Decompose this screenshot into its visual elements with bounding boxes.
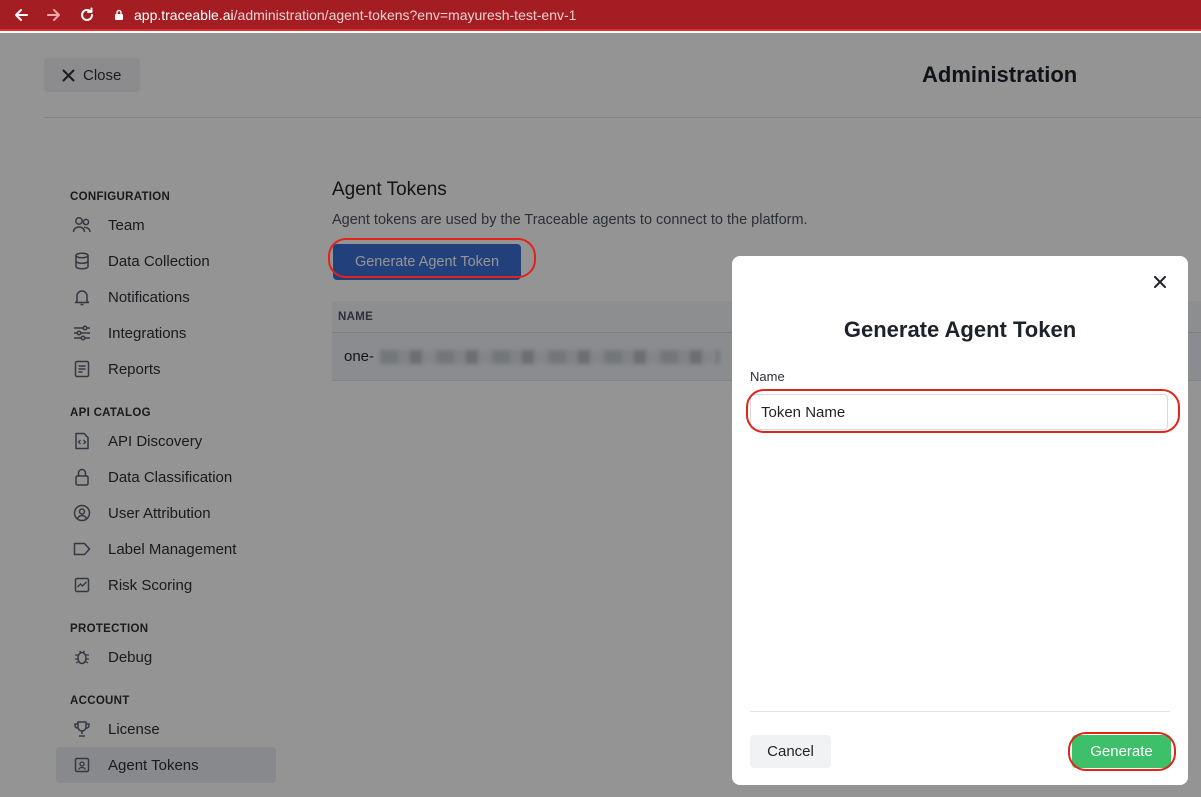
- reload-icon[interactable]: [75, 3, 99, 27]
- browser-toolbar: app.traceable.ai/administration/agent-to…: [0, 0, 1201, 31]
- lock-icon: [115, 9, 123, 20]
- cancel-button[interactable]: Cancel: [750, 735, 831, 768]
- back-arrow-icon[interactable]: [9, 3, 33, 27]
- url-path: /administration/agent-tokens?env=mayures…: [233, 6, 577, 23]
- name-field-label: Name: [750, 369, 785, 384]
- generate-token-dialog: Generate Agent Token Name Cancel Generat…: [732, 256, 1188, 785]
- close-icon[interactable]: [1150, 272, 1170, 292]
- address-bar[interactable]: app.traceable.ai/administration/agent-to…: [113, 4, 576, 26]
- url-host: app.traceable.ai: [134, 6, 234, 23]
- generate-button[interactable]: Generate: [1072, 735, 1171, 768]
- forward-arrow-icon[interactable]: [42, 3, 66, 27]
- dialog-footer-divider: [750, 711, 1170, 712]
- url-text: app.traceable.ai/administration/agent-to…: [134, 7, 576, 23]
- dialog-title: Generate Agent Token: [843, 317, 1077, 342]
- token-name-input[interactable]: [750, 394, 1168, 430]
